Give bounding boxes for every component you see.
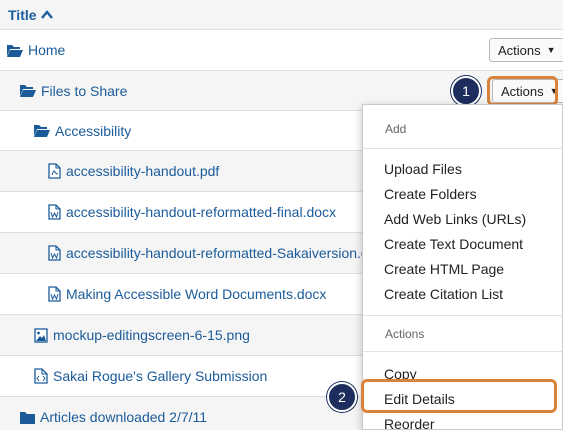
step-1-highlight xyxy=(487,76,558,106)
menu-divider xyxy=(363,148,562,149)
pdf-file-icon xyxy=(48,163,61,179)
row-label[interactable]: accessibility-handout-reformatted-final.… xyxy=(66,204,336,220)
table-row-home[interactable]: Home Actions ▼ xyxy=(0,30,563,71)
menu-item-create-citation-list[interactable]: Create Citation List xyxy=(384,286,503,302)
row-label[interactable]: Accessibility xyxy=(55,123,131,139)
folder-open-icon xyxy=(7,44,23,57)
caret-down-icon: ▼ xyxy=(546,45,556,55)
code-file-icon xyxy=(34,368,48,384)
word-file-icon xyxy=(48,204,61,220)
menu-actions-header: Actions xyxy=(385,327,425,341)
row-label[interactable]: Home xyxy=(28,42,65,58)
sort-ascending-icon xyxy=(40,10,53,19)
step-2-badge: 2 xyxy=(327,382,357,412)
menu-item-reorder[interactable]: Reorder xyxy=(384,416,435,430)
title-header-label: Title xyxy=(8,6,37,23)
word-file-icon xyxy=(48,245,61,261)
row-label[interactable]: Sakai Rogue's Gallery Submission xyxy=(53,368,267,384)
folder-open-icon xyxy=(20,84,36,97)
menu-item-add-web-links[interactable]: Add Web Links (URLs) xyxy=(384,211,526,227)
folder-open-icon xyxy=(34,124,50,137)
step-1-badge: 1 xyxy=(451,76,481,106)
menu-add-header: Add xyxy=(385,122,407,136)
menu-item-upload-files[interactable]: Upload Files xyxy=(384,161,462,177)
folder-closed-icon xyxy=(20,411,35,424)
row-label[interactable]: accessibility-handout.pdf xyxy=(66,163,219,179)
menu-item-create-folders[interactable]: Create Folders xyxy=(384,186,477,202)
image-file-icon xyxy=(34,327,48,343)
row-label[interactable]: Making Accessible Word Documents.docx xyxy=(66,286,326,302)
menu-item-create-html-page[interactable]: Create HTML Page xyxy=(384,261,504,277)
title-column-header[interactable]: Title xyxy=(0,0,563,30)
row-label[interactable]: Articles downloaded 2/7/11 xyxy=(40,409,207,425)
actions-button-label: Actions xyxy=(498,42,541,58)
step-2-highlight xyxy=(361,379,557,413)
menu-item-create-text-document[interactable]: Create Text Document xyxy=(384,236,523,252)
menu-divider xyxy=(363,351,562,352)
row-label[interactable]: mockup-editingscreen-6-15.png xyxy=(53,327,250,343)
word-file-icon xyxy=(48,286,61,302)
row-label[interactable]: Files to Share xyxy=(41,83,127,99)
menu-divider xyxy=(363,315,562,316)
row-label[interactable]: accessibility-handout-reformatted-Sakaiv… xyxy=(66,245,390,261)
home-actions-button[interactable]: Actions ▼ xyxy=(489,38,563,62)
